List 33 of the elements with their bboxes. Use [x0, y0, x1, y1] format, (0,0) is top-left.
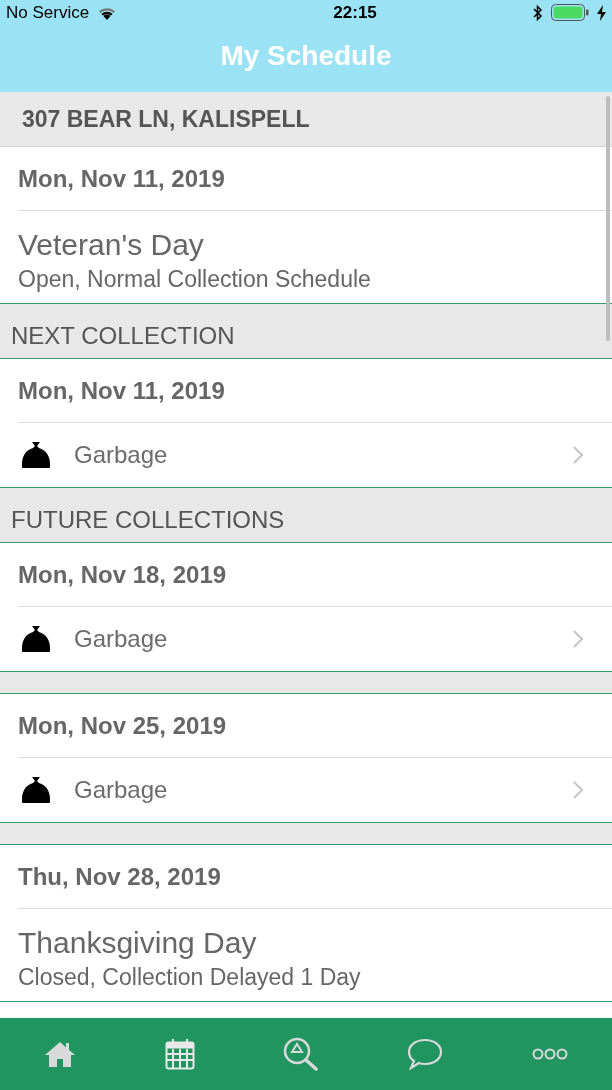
- charging-icon: [597, 4, 606, 21]
- address-header: 307 BEAR LN, KALISPELL: [0, 92, 612, 147]
- garbage-bag-icon: [20, 441, 52, 470]
- collection-item[interactable]: Garbage: [0, 758, 612, 823]
- date-heading: Thu, Nov 28, 2019: [18, 863, 221, 891]
- screen-title: My Schedule: [220, 40, 392, 71]
- date-heading: Mon, Nov 11, 2019: [18, 377, 225, 405]
- chevron-icon: [572, 445, 584, 466]
- holiday-status: Open, Normal Collection Schedule: [18, 265, 372, 294]
- date-heading: Mon, Nov 11, 2019: [18, 165, 225, 192]
- holiday-status: Closed, Collection Delayed 1 Day: [18, 963, 362, 993]
- chat-tab-icon[interactable]: [407, 1038, 444, 1070]
- date-heading: Mon, Nov 18, 2019: [18, 561, 227, 589]
- battery-icon: [551, 4, 589, 21]
- clock-time: 22:15: [333, 1, 377, 24]
- carrier-name: No Service: [6, 1, 90, 24]
- chevron-icon: [572, 780, 584, 801]
- calendar-tab-icon[interactable]: [164, 1038, 195, 1070]
- garbage-bag-icon: [20, 625, 52, 654]
- section-header: FUTURE COLLECTIONS: [0, 488, 612, 544]
- holiday-title: Veteran's Day: [18, 227, 205, 263]
- bluetooth-icon: [533, 3, 543, 22]
- recycle-search-tab-icon[interactable]: [282, 1037, 319, 1071]
- garbage-bag-icon: [20, 776, 52, 805]
- more-tab-icon[interactable]: [531, 1048, 568, 1060]
- date-heading: Mon, Nov 25, 2019: [18, 712, 227, 740]
- collection-item[interactable]: Garbage: [0, 423, 612, 488]
- wifi-icon: [97, 5, 118, 20]
- section-header: NEXT COLLECTION: [0, 304, 612, 360]
- home-tab-icon[interactable]: [44, 1040, 77, 1068]
- holiday-title: Thanksgiving Day: [18, 925, 258, 962]
- chevron-icon: [572, 629, 584, 650]
- collection-item[interactable]: Garbage: [0, 607, 612, 672]
